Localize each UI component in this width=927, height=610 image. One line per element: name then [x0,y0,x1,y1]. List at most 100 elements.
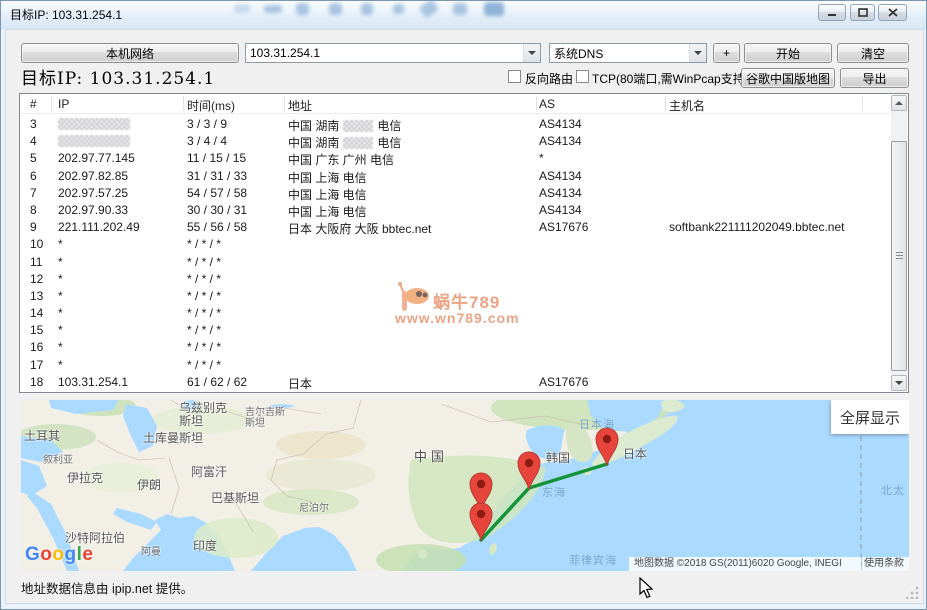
column-header-2[interactable]: IP [58,97,69,111]
cell-time: * / * / * [187,323,221,337]
dns-combobox[interactable]: 系统DNS [549,43,707,63]
table-header: # IP 时间(ms) 地址 AS 主机名 [20,94,908,114]
combo-dropdown-button[interactable] [689,44,706,62]
cell-ip [58,135,130,150]
export-button[interactable]: 导出 [840,68,909,88]
scroll-up-button[interactable] [891,95,907,111]
table-row[interactable]: 16** / * / * [20,339,890,356]
google-logo-letter: G [25,544,40,565]
cell-as: AS17676 [539,375,588,389]
column-separator [183,96,184,111]
table-row[interactable]: 14** / * / * [20,305,890,322]
map-label: 乌兹别克 斯坦 [179,402,227,427]
close-button[interactable] [878,4,907,21]
table-row[interactable]: 33 / 3 / 9中国 湖南电信AS4134 [20,116,890,133]
cell-time: * / * / * [187,237,221,251]
table-row[interactable]: 9221.111.202.4955 / 56 / 58日本 大阪府 大阪 bbt… [20,219,890,236]
titlebar-ghost-icon [264,5,282,13]
map-label: 土耳其 [24,430,60,443]
cell-hop: 16 [30,340,43,354]
reverse-route-label[interactable]: 反向路由 [525,70,573,87]
google-logo-letter: g [65,544,77,565]
target-ip-combobox[interactable]: 103.31.254.1 [245,43,541,63]
reverse-route-checkbox[interactable] [508,70,521,83]
cell-address: 中国 湖南电信 [288,134,401,151]
map-label: 吉尔吉斯 斯坦 [245,408,285,429]
cell-hop: 6 [30,169,37,183]
table-row[interactable]: 6202.97.82.8531 / 31 / 33中国 上海 电信AS4134 [20,168,890,185]
google-cn-map-label: 谷歌中国版地图 [746,70,830,87]
maximize-button[interactable] [850,4,875,21]
cell-address: 中国 上海 电信 [288,203,367,220]
titlebar-ghost-icon [296,3,309,15]
cell-time: 55 / 56 / 58 [187,220,247,234]
titlebar[interactable]: 目标IP: 103.31.254.1 [1,1,926,29]
combo-dropdown-button[interactable] [523,44,540,62]
cell-as: AS4134 [539,186,582,200]
table-row[interactable]: 13** / * / * [20,288,890,305]
titlebar-ghost-icon [453,3,467,15]
column-header-6[interactable]: 主机名 [669,97,705,114]
cell-time: * / * / * [187,255,221,269]
cell-time: 3 / 4 / 4 [187,134,227,148]
scroll-down-button[interactable] [891,375,907,391]
arrow-up-icon [895,101,903,105]
column-separator [665,96,666,111]
minimize-button[interactable] [818,4,846,21]
fullscreen-button[interactable]: 全屏显示 [831,400,909,434]
table-row[interactable]: 5202.97.77.14511 / 15 / 15中国 广东 广州 电信* [20,150,890,167]
map-label: 日本海 [579,420,615,432]
map-label: 印度 [193,540,217,553]
map-label: 叙利亚 [43,456,73,467]
table-row[interactable]: 11** / * / * [20,254,890,271]
table-row[interactable]: 8202.97.90.3330 / 30 / 31中国 上海 电信AS4134 [20,202,890,219]
google-logo-letter: o [52,544,64,565]
tcp-checkbox[interactable] [576,70,589,83]
dns-value[interactable]: 系统DNS [550,45,689,62]
cell-hop: 13 [30,289,43,303]
table-row[interactable]: 15** / * / * [20,322,890,339]
start-button[interactable]: 开始 [744,43,832,63]
column-header-4[interactable]: 地址 [288,97,312,114]
cell-ip: * [58,237,63,251]
cell-address: 中国 上海 电信 [288,169,367,186]
map-label: 尼泊尔 [299,504,329,515]
map-label: 韩国 [546,452,570,465]
cell-ip: 103.31.254.1 [58,375,128,389]
table-row[interactable]: 10** / * / * [20,236,890,253]
resize-grip[interactable] [906,586,919,599]
scrollbar-thumb[interactable] [891,141,907,371]
table-row[interactable]: 17** / * / * [20,357,890,374]
local-network-button[interactable]: 本机网络 [21,43,239,63]
start-button-label: 开始 [776,45,800,62]
google-cn-map-button[interactable]: 谷歌中国版地图 [741,68,835,88]
table-row[interactable]: 18103.31.254.161 / 62 / 62日本AS17676 [20,374,890,391]
column-header-5[interactable]: AS [539,97,555,111]
table-row[interactable]: 7202.97.57.2554 / 57 / 58中国 上海 电信AS4134 [20,185,890,202]
vertical-scrollbar[interactable] [891,95,907,391]
cell-ip: * [58,289,63,303]
target-ip-value[interactable]: 103.31.254.1 [246,46,523,60]
address-prefix: 中国 湖南 [288,117,339,134]
google-logo-letter: e [82,544,93,565]
table-row[interactable]: 43 / 4 / 4中国 湖南电信AS4134 [20,133,890,150]
clear-button[interactable]: 清空 [837,43,909,63]
map-terms-link[interactable]: 使用条款 [862,557,909,571]
cell-address: 中国 上海 电信 [288,186,367,203]
table-row[interactable]: 12** / * / * [20,271,890,288]
map-label: 阿曼 [141,548,161,559]
cell-time: 61 / 62 / 62 [187,375,247,389]
titlebar-ghost-icon [329,3,342,15]
google-logo[interactable]: Google [25,544,93,566]
tcp-label[interactable]: TCP(80端口,需WinPcap支持) [592,70,749,87]
column-header-3[interactable]: 时间(ms) [187,97,235,114]
redacted-pixelated-text [58,135,130,147]
map-label: 东海 [542,488,566,500]
app-window: 目标IP: 103.31.254.1 本机网络 103.31.254.1 系统D… [0,0,927,610]
column-header-1[interactable]: # [30,97,37,111]
add-button-label: + [723,46,730,60]
column-separator [284,96,285,111]
route-map[interactable]: 乌兹别克 斯坦吉尔吉斯 斯坦土耳其土库曼斯坦叙利亚伊拉克伊朗阿富汗巴基斯坦印度沙… [21,400,909,571]
column-separator [536,96,537,111]
add-button[interactable]: + [713,43,740,63]
